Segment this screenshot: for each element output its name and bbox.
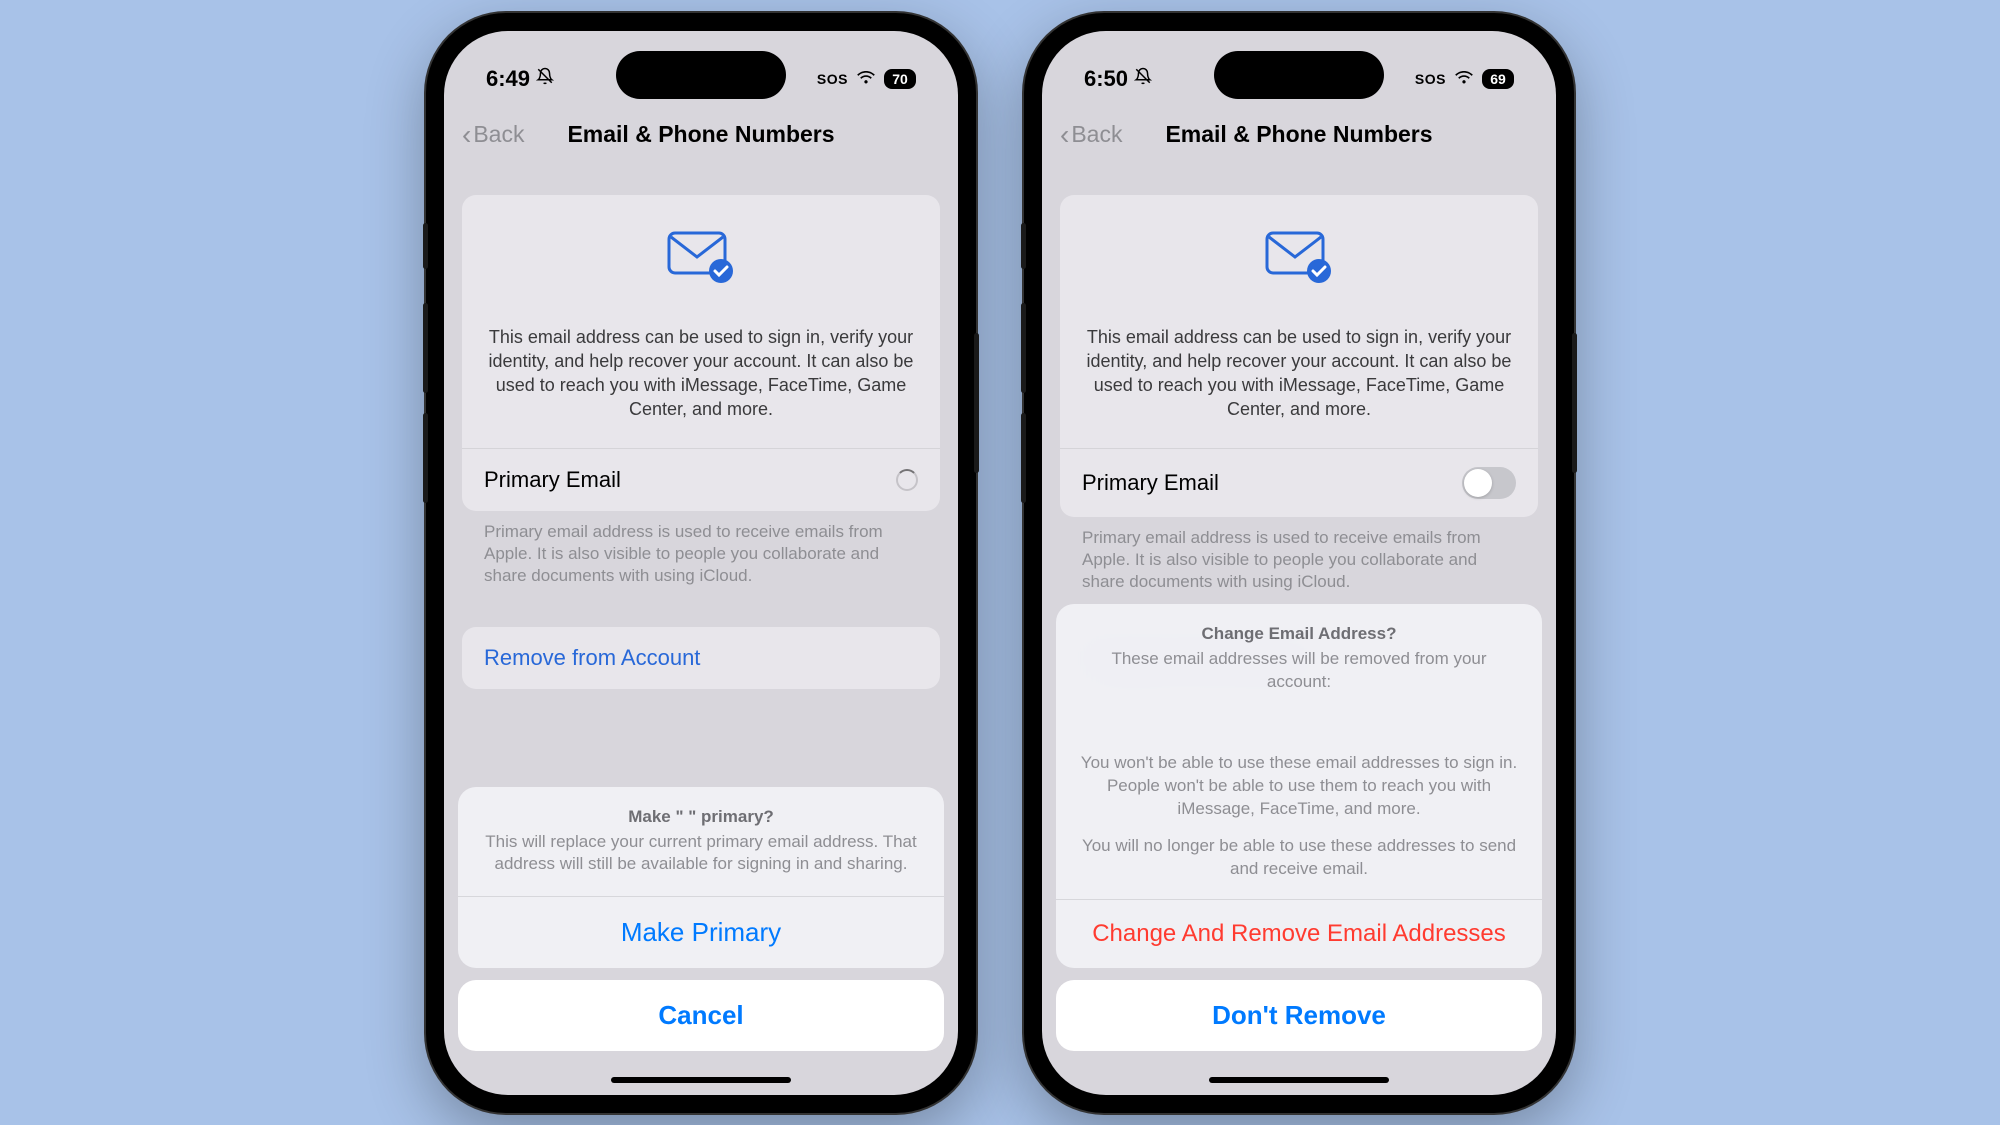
- change-and-remove-label: Change And Remove Email Addresses: [1092, 920, 1506, 947]
- primary-email-row[interactable]: Primary Email: [462, 448, 940, 511]
- back-label: Back: [1071, 121, 1122, 148]
- sheet-description: This will replace your current primary e…: [482, 831, 920, 875]
- sos-label: SOS: [817, 71, 848, 87]
- sheet-title: Make " " primary?: [482, 807, 920, 827]
- phone-mockup-right: 6:50 SOS 69 ‹ Back Email & Phone Numbers: [1024, 13, 1574, 1113]
- battery-indicator: 70: [884, 69, 916, 89]
- home-indicator[interactable]: [1209, 1077, 1389, 1083]
- info-text: This email address can be used to sign i…: [1080, 325, 1518, 422]
- navigation-bar: ‹ Back Email & Phone Numbers: [444, 105, 958, 165]
- loading-spinner-icon: [896, 469, 918, 491]
- sos-label: SOS: [1415, 71, 1446, 87]
- chevron-left-icon: ‹: [1060, 121, 1069, 149]
- remove-label: Remove from Account: [484, 645, 700, 670]
- clock: 6:49: [486, 66, 530, 92]
- silent-switch: [423, 223, 428, 269]
- silent-switch: [1021, 223, 1026, 269]
- dont-remove-button[interactable]: Don't Remove: [1056, 980, 1542, 1051]
- primary-email-footer: Primary email address is used to receive…: [1060, 517, 1538, 593]
- chevron-left-icon: ‹: [462, 121, 471, 149]
- make-primary-label: Make Primary: [621, 917, 781, 947]
- wifi-icon: [1454, 68, 1474, 89]
- sheet-paragraph-1: These email addresses will be removed fr…: [1080, 648, 1518, 694]
- silent-icon: [536, 67, 554, 90]
- silent-icon: [1134, 67, 1152, 90]
- remove-from-account-button[interactable]: Remove from Account: [462, 627, 940, 689]
- cancel-label: Cancel: [658, 1000, 743, 1030]
- change-and-remove-button[interactable]: Change And Remove Email Addresses: [1056, 899, 1542, 968]
- action-sheet: Change Email Address? These email addres…: [1056, 604, 1542, 968]
- info-card: This email address can be used to sign i…: [462, 195, 940, 511]
- phone-mockup-left: 6:49 SOS 70 ‹ Back Email & Phone Numbers: [426, 13, 976, 1113]
- volume-down-button: [423, 413, 428, 503]
- sheet-paragraph-2: You won't be able to use these email add…: [1080, 752, 1518, 821]
- content-area: This email address can be used to sign i…: [1042, 165, 1556, 673]
- back-label: Back: [473, 121, 524, 148]
- make-primary-button[interactable]: Make Primary: [458, 896, 944, 968]
- info-card: This email address can be used to sign i…: [1060, 195, 1538, 517]
- action-sheet-container: Make " " primary? This will replace your…: [444, 787, 958, 1094]
- clock: 6:50: [1084, 66, 1128, 92]
- back-button[interactable]: ‹ Back: [1060, 121, 1122, 149]
- power-button: [1572, 333, 1577, 473]
- battery-indicator: 69: [1482, 69, 1514, 89]
- primary-email-toggle[interactable]: [1462, 467, 1516, 499]
- wifi-icon: [856, 68, 876, 89]
- dynamic-island: [1214, 51, 1384, 99]
- primary-email-row[interactable]: Primary Email: [1060, 448, 1538, 517]
- action-sheet-container: Change Email Address? These email addres…: [1042, 604, 1556, 1095]
- back-button[interactable]: ‹ Back: [462, 121, 524, 149]
- screen: 6:50 SOS 69 ‹ Back Email & Phone Numbers: [1042, 31, 1556, 1095]
- volume-up-button: [1021, 303, 1026, 393]
- screen: 6:49 SOS 70 ‹ Back Email & Phone Numbers: [444, 31, 958, 1095]
- power-button: [974, 333, 979, 473]
- dont-remove-label: Don't Remove: [1212, 1000, 1386, 1030]
- content-area: This email address can be used to sign i…: [444, 165, 958, 689]
- action-sheet: Make " " primary? This will replace your…: [458, 787, 944, 967]
- cancel-button[interactable]: Cancel: [458, 980, 944, 1051]
- page-title: Email & Phone Numbers: [567, 121, 834, 148]
- volume-down-button: [1021, 413, 1026, 503]
- primary-email-label: Primary Email: [1082, 470, 1219, 496]
- sheet-paragraph-3: You will no longer be able to use these …: [1080, 835, 1518, 881]
- volume-up-button: [423, 303, 428, 393]
- primary-email-label: Primary Email: [484, 467, 621, 493]
- navigation-bar: ‹ Back Email & Phone Numbers: [1042, 105, 1556, 165]
- home-indicator[interactable]: [611, 1077, 791, 1083]
- dynamic-island: [616, 51, 786, 99]
- mail-verified-icon: [482, 231, 920, 285]
- info-text: This email address can be used to sign i…: [482, 325, 920, 422]
- mail-verified-icon: [1080, 231, 1518, 285]
- sheet-title: Change Email Address?: [1080, 624, 1518, 644]
- primary-email-footer: Primary email address is used to receive…: [462, 511, 940, 587]
- page-title: Email & Phone Numbers: [1165, 121, 1432, 148]
